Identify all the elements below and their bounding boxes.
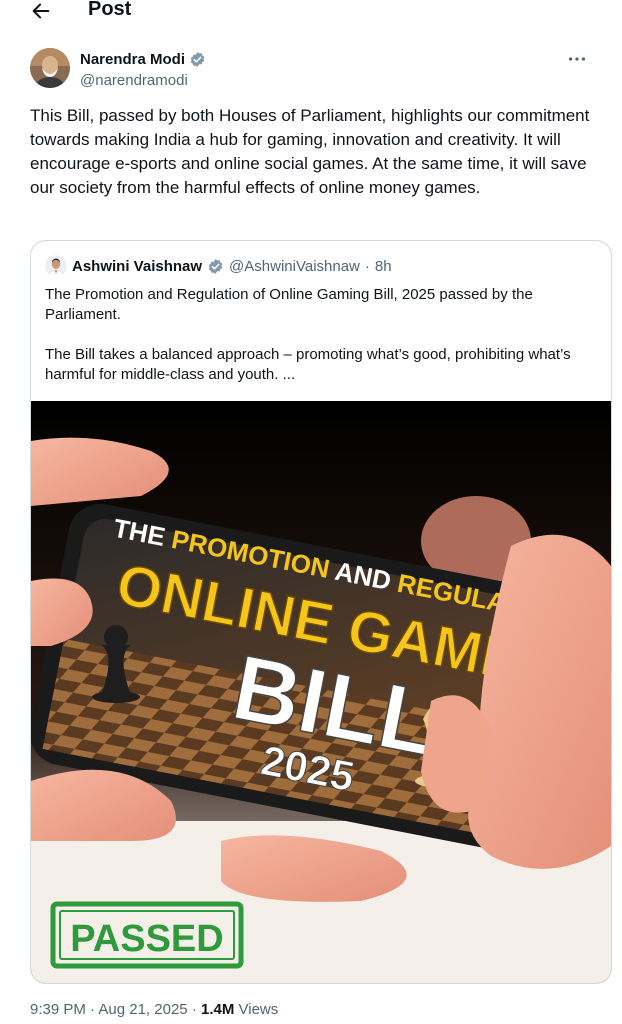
- post-time[interactable]: 9:39 PM: [30, 1001, 86, 1018]
- post-header: Post: [0, 0, 622, 26]
- quoted-post[interactable]: Ashwini Vaishnaw @AshwiniVaishnaw · 8h T…: [30, 240, 612, 984]
- verified-badge-icon: [190, 52, 205, 67]
- quoted-text: The Promotion and Regulation of Online G…: [45, 285, 585, 405]
- verified-badge-icon: [208, 258, 223, 274]
- post-text: This Bill, passed by both Houses of Parl…: [30, 106, 590, 197]
- separator-dot: ·: [191, 1001, 197, 1018]
- author-handle[interactable]: @narendramodi: [80, 72, 188, 89]
- quoted-paragraph-2: The Bill takes a balanced approach – pro…: [45, 346, 571, 383]
- quoted-post-header: Ashwini Vaishnaw @AshwiniVaishnaw · 8h: [45, 255, 392, 277]
- avatar[interactable]: [30, 48, 70, 88]
- quoted-paragraph-1: The Promotion and Regulation of Online G…: [45, 286, 533, 323]
- views-label: Views: [238, 1001, 279, 1018]
- separator-dot: ·: [364, 257, 370, 275]
- author-name-text[interactable]: Narendra Modi: [80, 51, 185, 68]
- quoted-timestamp[interactable]: 8h: [375, 258, 392, 275]
- more-options-icon[interactable]: [566, 48, 588, 70]
- quoted-avatar[interactable]: [45, 255, 67, 277]
- views-count: 1.4M: [200, 1001, 235, 1018]
- separator-dot: ·: [90, 1001, 96, 1018]
- page-title: Post: [88, 0, 132, 20]
- post-author: Narendra Modi @narendramodi: [30, 48, 600, 94]
- passed-stamp-text: PASSED: [70, 918, 223, 960]
- post-image[interactable]: THE PROMOTION AND REGULATION OF ONLINE G…: [31, 401, 611, 983]
- back-arrow-icon[interactable]: [30, 0, 52, 22]
- quoted-author-handle[interactable]: @AshwiniVaishnaw: [229, 258, 360, 275]
- post-date[interactable]: Aug 21, 2025: [98, 1001, 187, 1018]
- quoted-author-name[interactable]: Ashwini Vaishnaw: [72, 258, 202, 275]
- post-meta: 9:39 PM · Aug 21, 2025 · 1.4M Views: [30, 1001, 278, 1018]
- author-name[interactable]: Narendra Modi: [80, 51, 206, 68]
